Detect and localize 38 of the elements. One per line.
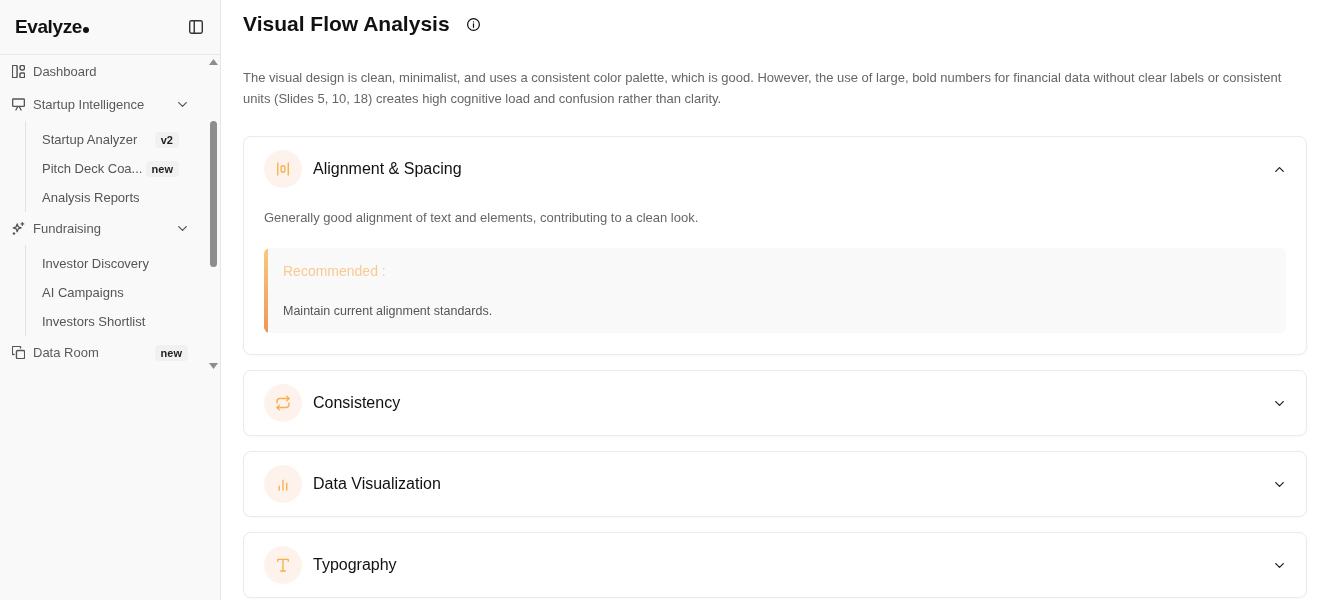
section-header[interactable]: Alignment & Spacing xyxy=(244,137,1306,201)
copy-icon xyxy=(12,346,25,359)
summary-text: The visual design is clean, minimalist, and uses a consistent color palette, which is good. However, the use of large, bold numbers for financial data without clear labels or consistent units (Slides 5, 10, 18) creates high cognitive load and confusion rather than clarity. xyxy=(243,69,1283,108)
status-tag: v2 xyxy=(154,131,179,148)
recommendation-label: Recommended : xyxy=(283,262,387,280)
info-icon[interactable] xyxy=(466,17,480,31)
section-header[interactable]: Consistency xyxy=(244,371,1306,435)
sparkles-icon xyxy=(12,222,25,235)
nav-item[interactable]: Data Room new xyxy=(12,336,192,369)
recommendation-text: Maintain current alignment standards. xyxy=(283,303,494,320)
repeat-arrows-icon xyxy=(264,384,302,422)
section-header[interactable]: Typography xyxy=(244,533,1306,597)
nav-subitem[interactable]: Pitch Deck Coa... new xyxy=(42,154,192,183)
nav-subitem[interactable]: AI Campaigns xyxy=(42,278,192,307)
text-type-icon xyxy=(264,546,302,584)
section-description: Generally good alignment of text and elements, contributing to a clean look. xyxy=(264,209,700,227)
scrollbar-thumb[interactable] xyxy=(209,121,217,267)
nav-item[interactable]: Dashboard xyxy=(12,55,192,88)
presentation-icon xyxy=(12,98,25,111)
nav-item[interactable]: Fundraising xyxy=(12,212,192,245)
dashboard-icon xyxy=(12,65,25,78)
scroll-up-icon[interactable] xyxy=(208,59,218,65)
logo-text: Evalyze xyxy=(15,16,82,38)
sidebar-toggle-button[interactable] xyxy=(189,20,203,34)
logo-dot-icon xyxy=(82,27,89,33)
page-title: Visual Flow Analysis xyxy=(243,11,450,37)
align-center-icon xyxy=(264,150,302,188)
status-tag: new xyxy=(154,344,188,361)
section-header[interactable]: Data Visualization xyxy=(244,452,1306,516)
nav-item[interactable]: Startup Intelligence xyxy=(12,88,192,121)
scroll-down-icon[interactable] xyxy=(208,363,218,369)
panel-icon xyxy=(189,20,203,34)
nav-subitem[interactable]: Investor Discovery xyxy=(42,249,192,278)
bar-chart-icon xyxy=(264,465,302,503)
nav-subitem[interactable]: Analysis Reports xyxy=(42,183,192,212)
status-tag: new xyxy=(145,160,179,177)
nav-subitem[interactable]: Investors Shortlist xyxy=(42,307,192,336)
nav-subitem[interactable]: Startup Analyzer v2 xyxy=(42,125,192,154)
